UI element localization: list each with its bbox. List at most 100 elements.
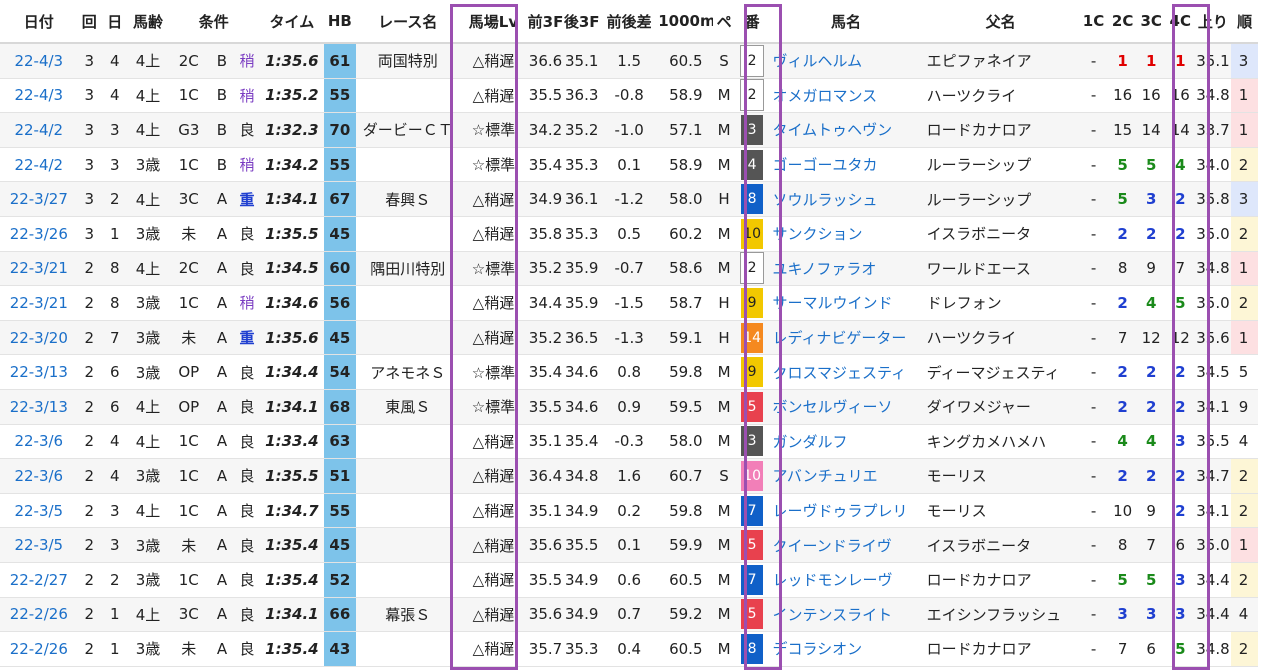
horse-name-link[interactable]: ヴィルヘルム: [769, 43, 923, 79]
col-l3[interactable]: 後3F: [563, 0, 601, 44]
table-row[interactable]: 22-3/21 2 8 4上 2C A 良 1:34.5 60 隅田川特別 ☆標準 35.2 35.9-…: [0, 251, 1280, 287]
col-3c[interactable]: 3C: [1136, 0, 1166, 44]
agari-cell: 34.4: [1195, 597, 1231, 633]
horse-name-link[interactable]: オメガロマンス: [769, 78, 923, 114]
table-row[interactable]: 22-3/20 2 7 3歳未 A 重 1:35.6 45 △稍遅 35.2 36.5 -1.3 59.…: [0, 320, 1280, 356]
date-link[interactable]: 22-3/5: [0, 527, 78, 563]
date-link[interactable]: 22-3/13: [0, 389, 78, 425]
horse-name-link[interactable]: クイーンドライヴ: [769, 527, 923, 563]
finish-order-cell: 2: [1230, 285, 1259, 321]
col-ban[interactable]: 番: [734, 0, 770, 44]
sire-name-cell: ルーラーシップ: [922, 147, 1079, 183]
ban-cell: 3: [734, 112, 770, 148]
col-jun[interactable]: 順: [1230, 0, 1259, 44]
col-horse[interactable]: 馬名: [769, 0, 923, 44]
date-link[interactable]: 22-2/27: [0, 562, 78, 598]
date-link[interactable]: 22-3/27: [0, 181, 78, 217]
race-name-cell: アネモネＳ: [356, 354, 460, 390]
col-1c[interactable]: 1C: [1078, 0, 1109, 44]
col-age[interactable]: 馬齢: [128, 0, 168, 44]
horse-name-link[interactable]: インテンスライト: [769, 597, 923, 633]
horse-name-link[interactable]: アバンチュリエ: [769, 458, 923, 494]
horse-name-link[interactable]: ガンダルフ: [769, 424, 923, 460]
date-link[interactable]: 22-3/21: [0, 285, 78, 321]
table-row[interactable]: 22-3/13 2 6 3歳 OP A 良 1:34.4 54 アネモネＳ ☆標準 35.4 34.6 0…: [0, 354, 1280, 390]
table-row[interactable]: 22-3/5 2 3 4上 1C A 良 1:34.7 55 △稍遅 35.1 34.9 0.2 59.8…: [0, 493, 1280, 529]
grade-cell: B: [210, 147, 234, 183]
date-link[interactable]: 22-4/2: [0, 147, 78, 183]
table-row[interactable]: 22-3/21 2 8 3歳 1C A 稍 1:34.6 56 △稍遅 34.4 35.9 -1.5 58…: [0, 285, 1280, 321]
col-lv[interactable]: 馬場Lv: [459, 0, 528, 44]
date-link[interactable]: 22-3/26: [0, 216, 78, 252]
col-kai[interactable]: 回: [77, 0, 102, 44]
table-row[interactable]: 22-3/13 2 6 4上 OP A 良 1:34.1 68 東風Ｓ ☆標準 35.5 34.6 0.9…: [0, 389, 1280, 425]
table-row[interactable]: 22-4/2 3 3 4上 G3 B 良 1:32.3 70 ダービーＣＴ ☆標準 34.2 35.2-…: [0, 112, 1280, 148]
table-row[interactable]: 22-3/26 3 1 3歳未 A 良 1:35.5 45 △稍遅 35.8 35.3 0.5 60.2…: [0, 216, 1280, 252]
corner1-cell: -: [1078, 631, 1109, 667]
horse-name-link[interactable]: レディナビゲーター: [769, 320, 923, 356]
front3f-cell: 35.4: [527, 354, 564, 390]
col-hb[interactable]: HB: [323, 0, 357, 44]
table-row[interactable]: 22-3/27 3 2 4上 3C A 重 1:34.1 67 春興Ｓ △稍遅 34.9 36.1 -1.…: [0, 181, 1280, 217]
col-4c[interactable]: 4C: [1165, 0, 1196, 44]
horse-name-link[interactable]: ボンセルヴィーソ: [769, 389, 923, 425]
kai-cell: 2: [77, 285, 102, 321]
horse-name-link[interactable]: クロスマジェスティ: [769, 354, 923, 390]
col-sire[interactable]: 父名: [922, 0, 1079, 44]
table-row[interactable]: 22-4/3 3 4 4上 1C B 稍 1:35.2 55 △稍遅 35.5 36.3 -0.8 58.…: [0, 78, 1280, 114]
horse-name-link[interactable]: サーマルウインド: [769, 285, 923, 321]
date-link[interactable]: 22-2/26: [0, 631, 78, 667]
date-link[interactable]: 22-4/3: [0, 43, 78, 79]
date-link[interactable]: 22-4/3: [0, 78, 78, 114]
day-cell: 2: [101, 181, 129, 217]
horse-name-link[interactable]: ソウルラッシュ: [769, 181, 923, 217]
agari-cell: 35.0: [1195, 285, 1231, 321]
date-link[interactable]: 22-4/2: [0, 112, 78, 148]
horse-name-link[interactable]: デコラシオン: [769, 631, 923, 667]
col-date[interactable]: 日付: [0, 0, 78, 44]
date-link[interactable]: 22-2/26: [0, 597, 78, 633]
date-link[interactable]: 22-3/6: [0, 458, 78, 494]
date-link[interactable]: 22-3/6: [0, 424, 78, 460]
horse-name-link[interactable]: レッドモンレーヴ: [769, 562, 923, 598]
table-row[interactable]: 22-2/27 2 2 3歳 1C A 良 1:35.4 52 △稍遅 35.5 34.9 0.6 60.…: [0, 562, 1280, 598]
time-cell: 1:35.5: [260, 216, 324, 252]
col-1000m[interactable]: 1000m: [658, 0, 714, 44]
table-row[interactable]: 22-4/3 3 4 4上 2C B 稍 1:35.6 61 両国特別 △稍遅 36.6 35.1 1.5…: [0, 43, 1280, 79]
horse-name-link[interactable]: ユキノファラオ: [769, 251, 923, 287]
race-name-cell: [356, 78, 460, 114]
date-link[interactable]: 22-3/13: [0, 354, 78, 390]
table-row[interactable]: 22-3/6 2 4 4上 1C A 良 1:33.4 63 △稍遅 35.1 35.4 -0.3 58.…: [0, 424, 1280, 460]
horse-name-link[interactable]: ゴーゴーユタカ: [769, 147, 923, 183]
finish-order-cell: 1: [1230, 251, 1259, 287]
track-condition-cell: 良: [233, 251, 261, 287]
col-2c[interactable]: 2C: [1108, 0, 1137, 44]
table-row[interactable]: 22-4/2 3 3 3歳 1C B 稍 1:34.2 55 ☆標準 35.4 35.3 0.1 58.9…: [0, 147, 1280, 183]
date-link[interactable]: 22-3/20: [0, 320, 78, 356]
corner2-cell: 7: [1108, 631, 1137, 667]
col-day[interactable]: 日: [101, 0, 129, 44]
date-link[interactable]: 22-3/21: [0, 251, 78, 287]
col-diff[interactable]: 前後差: [600, 0, 659, 44]
day-cell: 1: [101, 216, 129, 252]
col-f3[interactable]: 前3F: [527, 0, 564, 44]
age-cell: 3歳: [128, 631, 168, 667]
table-row[interactable]: 22-2/26 2 1 3歳未 A 良 1:35.4 43 △稍遅 35.7 35.3 0.4 60.5…: [0, 631, 1280, 667]
col-cond[interactable]: 条件: [167, 0, 261, 44]
col-agari[interactable]: 上り: [1195, 0, 1231, 44]
corner2-cell: 4: [1108, 424, 1137, 460]
col-time[interactable]: タイム: [260, 0, 324, 44]
hb-cell: 61: [323, 43, 357, 79]
col-pace[interactable]: ペ: [713, 0, 735, 44]
table-row[interactable]: 22-3/5 2 3 3歳未 A 良 1:35.4 45 △稍遅 35.6 35.5 0.1 59.9 M…: [0, 527, 1280, 563]
date-link[interactable]: 22-3/5: [0, 493, 78, 529]
corner4-cell: 6: [1165, 527, 1196, 563]
horse-name-link[interactable]: タイムトゥヘヴン: [769, 112, 923, 148]
table-row[interactable]: 22-2/26 2 1 4上 3C A 良 1:34.1 66 幕張Ｓ △稍遅 35.6 34.9 0.7…: [0, 597, 1280, 633]
corner2-cell: 5: [1108, 181, 1137, 217]
horse-name-link[interactable]: レーヴドゥラプレリ: [769, 493, 923, 529]
horse-name-link[interactable]: サンクション: [769, 216, 923, 252]
col-race[interactable]: レース名: [356, 0, 460, 44]
agari-cell: 35.0: [1195, 527, 1231, 563]
table-row[interactable]: 22-3/6 2 4 3歳 1C A 良 1:35.5 51 △稍遅 36.4 34.8 1.6 60.7…: [0, 458, 1280, 494]
